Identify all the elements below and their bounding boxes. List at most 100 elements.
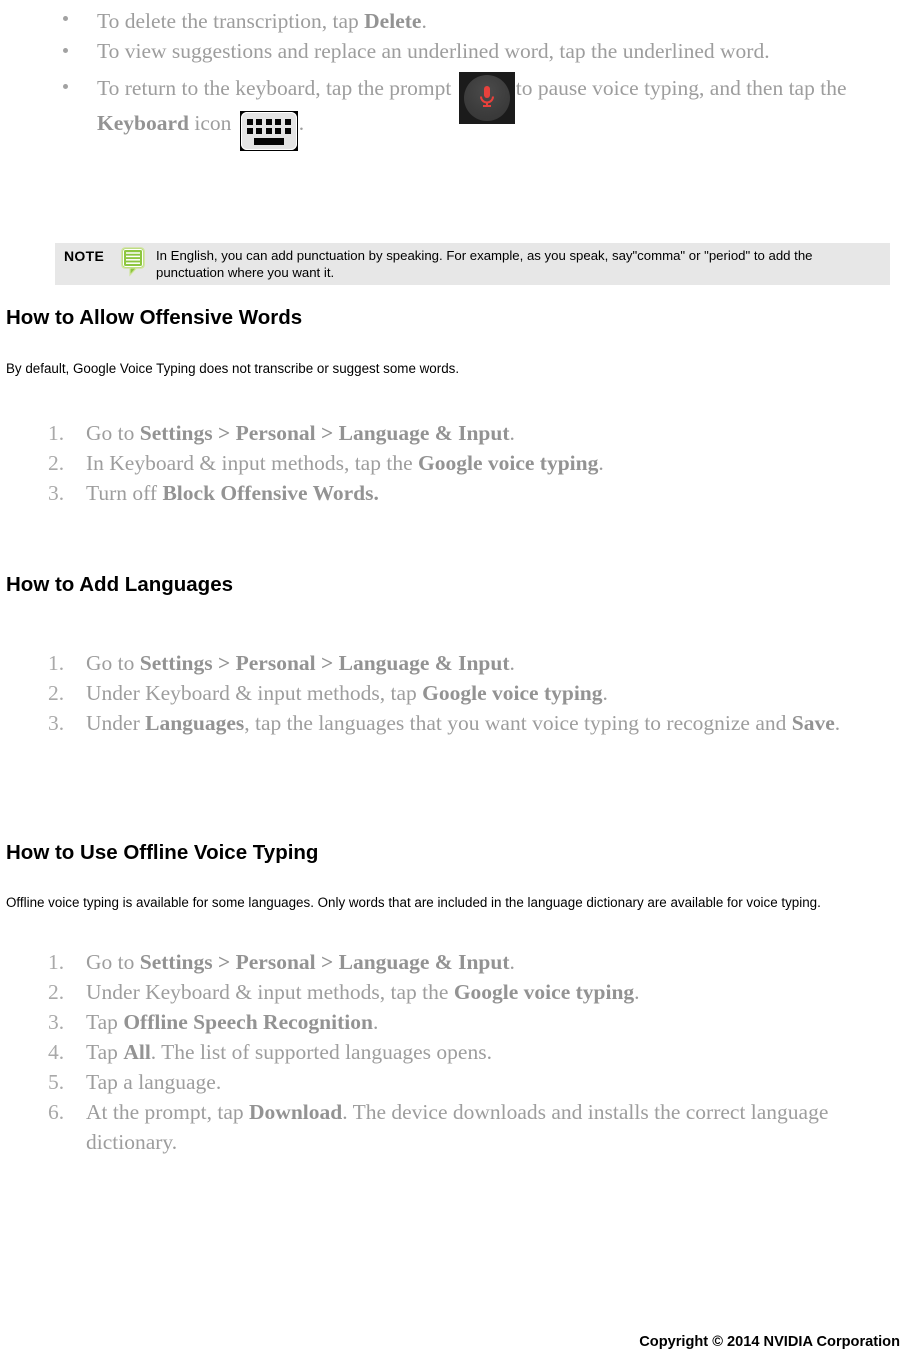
body-text: .	[298, 111, 305, 135]
emphasis-text: Google voice typing	[453, 980, 635, 1004]
numbered-step-item: 3. Turn off Block Offensive Words.	[6, 478, 900, 508]
body-text: icon	[188, 111, 237, 135]
section-offline-voice-typing: How to Use Offline Voice Typing Offline …	[6, 841, 900, 1157]
step-number: 2.	[48, 980, 65, 1004]
body-text: .	[598, 451, 604, 475]
step-number: 4.	[48, 1040, 65, 1064]
bullet-point-icon	[63, 48, 68, 53]
step-number: 3.	[48, 481, 65, 505]
body-text: Tap	[86, 1010, 124, 1034]
bullet-list-item-text: To return to the keyboard, tap the promp…	[97, 72, 847, 151]
emphasis-text: Block Offensive Words.	[162, 481, 379, 505]
numbered-step-item: 2. In Keyboard & input methods, tap the G…	[6, 448, 900, 478]
section-add-languages: How to Add Languages 1. Go to Settings > …	[6, 573, 900, 738]
body-text: .	[372, 1010, 379, 1034]
section-title: How to Use Offline Voice Typing	[6, 841, 319, 864]
numbered-step-item: 2. Under Keyboard & input methods, tap th…	[6, 977, 900, 1007]
body-text: Under	[86, 711, 146, 735]
section-intro-paragraph: By default, Google Voice Typing does not…	[6, 361, 460, 376]
document-page: To delete the transcription, tap Delete.…	[0, 0, 906, 1366]
emphasis-text: Settings > Personal > Language & Input	[139, 651, 510, 675]
emphasis-text: Google voice typing	[418, 451, 599, 475]
emphasis-text: Delete	[364, 9, 422, 33]
emphasis-text: Settings > Personal > Language & Input	[139, 950, 510, 974]
instruction-bullet-list: To delete the transcription, tap Delete.…	[0, 4, 906, 151]
body-text: .	[834, 711, 841, 735]
copyright-footer: Copyright © 2014 NVIDIA Corporation	[639, 1334, 900, 1350]
body-text: Go to	[86, 651, 140, 675]
step-number: 3.	[48, 1010, 65, 1034]
step-text: Go to Settings > Personal > Language & I…	[86, 651, 515, 675]
step-number: 2.	[48, 451, 65, 475]
body-text: .	[509, 651, 515, 675]
body-text: . The list of supported languages opens.	[150, 1040, 492, 1064]
step-text: Tap a language.	[86, 1070, 221, 1094]
body-text: .	[634, 980, 640, 1004]
numbered-step-item: 1. Go to Settings > Personal > Language &…	[6, 947, 900, 977]
step-text: In Keyboard & input methods, tap the Goo…	[86, 451, 604, 475]
step-text: Turn off Block Offensive Words.	[86, 481, 379, 505]
microphone-icon	[458, 72, 515, 124]
step-text: Tap All. The list of supported languages…	[86, 1040, 492, 1064]
body-text: To return to the keyboard, tap the promp…	[97, 75, 457, 100]
step-text: Go to Settings > Personal > Language & I…	[86, 421, 515, 445]
step-number: 1.	[48, 950, 65, 974]
note-text: In English, you can add punctuation by s…	[156, 248, 813, 280]
step-text: Tap Offline Speech Recognition.	[86, 1010, 378, 1034]
body-text: Go to	[86, 950, 140, 974]
emphasis-text: Languages	[145, 711, 245, 735]
emphasis-text: Offline Speech Recognition	[123, 1010, 373, 1034]
section-title: How to Allow Offensive Words	[6, 306, 303, 329]
step-number: 5.	[48, 1070, 65, 1094]
bullet-list-section: To delete the transcription, tap Delete.…	[0, 4, 906, 151]
body-text: Under Keyboard & input methods, tap	[86, 681, 423, 705]
note-bubble-icon	[121, 247, 147, 277]
bullet-point-icon	[63, 84, 68, 89]
body-text: Go to	[86, 421, 140, 445]
note-callout: NOTE In English, you can add punctuation…	[55, 243, 890, 285]
step-number: 3.	[48, 711, 65, 735]
numbered-step-item: 2. Under Keyboard & input methods, tap Go…	[6, 678, 900, 708]
section-offensive-words: How to Allow Offensive Words By default,…	[6, 306, 900, 508]
body-text: To delete the transcription, tap	[97, 9, 365, 33]
body-text: In Keyboard & input methods, tap the	[86, 451, 418, 475]
bullet-list-item: To delete the transcription, tap Delete.	[0, 4, 906, 36]
body-text: .	[602, 681, 608, 705]
numbered-step-item: 1. Go to Settings > Personal > Language &…	[6, 648, 900, 678]
body-text: Tap a language.	[86, 1070, 222, 1094]
emphasis-text: Save	[791, 711, 835, 735]
step-number: 6.	[48, 1100, 65, 1124]
numbered-step-list: 1. Go to Settings > Personal > Language &…	[6, 648, 900, 738]
bullet-point-icon	[63, 16, 68, 21]
numbered-step-item: 3. Under Languages, tap the languages tha…	[6, 708, 900, 738]
body-text: Tap	[86, 1040, 124, 1064]
step-text: At the prompt, tap Download. The device …	[86, 1100, 828, 1154]
body-text: .	[509, 950, 515, 974]
step-text: Under Keyboard & input methods, tap the …	[86, 980, 640, 1004]
step-number: 2.	[48, 681, 65, 705]
body-text: , tap the languages that you want voice …	[244, 711, 792, 735]
section-title: How to Add Languages	[6, 573, 234, 596]
emphasis-text: Keyboard	[97, 111, 189, 135]
emphasis-text: Download	[249, 1100, 343, 1124]
body-text: To view suggestions and replace an under…	[97, 39, 770, 63]
numbered-step-list: 1. Go to Settings > Personal > Language &…	[6, 947, 900, 1157]
step-text: Under Keyboard & input methods, tap Goog…	[86, 681, 608, 705]
numbered-step-item: 3. Tap Offline Speech Recognition.	[6, 1007, 900, 1037]
step-number: 1.	[48, 421, 65, 445]
body-text: At the prompt, tap	[86, 1100, 250, 1124]
numbered-step-item: 5. Tap a language.	[6, 1067, 900, 1097]
numbered-step-list: 1. Go to Settings > Personal > Language &…	[6, 418, 900, 508]
body-text: Under Keyboard & input methods, tap the	[86, 980, 454, 1004]
bullet-list-item-text: To delete the transcription, tap Delete.	[97, 9, 427, 33]
section-intro-paragraph: Offline voice typing is available for so…	[6, 895, 821, 910]
step-text: Under Languages, tap the languages that …	[86, 711, 840, 735]
bullet-list-item: To view suggestions and replace an under…	[0, 36, 906, 66]
keyboard-icon	[239, 110, 298, 151]
body-text: to pause voice typing, and then tap the	[515, 75, 847, 100]
body-text: .	[421, 9, 427, 33]
body-text: .	[509, 421, 515, 445]
step-number: 1.	[48, 651, 65, 675]
emphasis-text: Settings > Personal > Language & Input	[139, 421, 510, 445]
numbered-step-item: 1. Go to Settings > Personal > Language &…	[6, 418, 900, 448]
